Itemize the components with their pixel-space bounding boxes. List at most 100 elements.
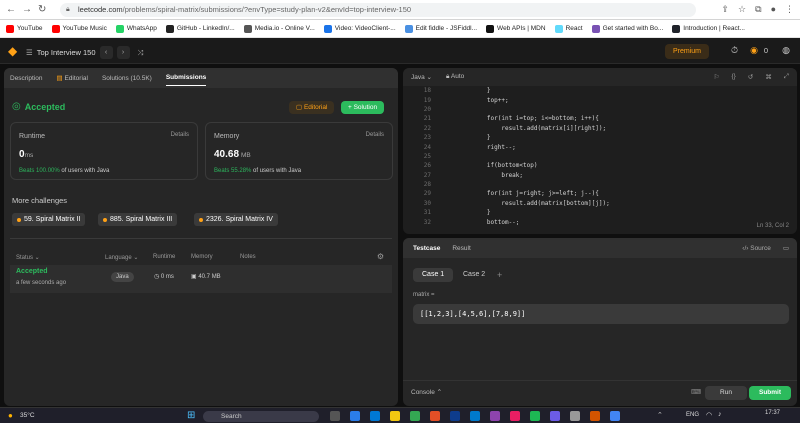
tab-editorial[interactable]: ▤ Editorial: [57, 74, 88, 82]
code-line[interactable]: 24 right--;: [403, 142, 797, 151]
back-icon[interactable]: ←: [6, 4, 16, 15]
taskbar-app-icon[interactable]: [490, 411, 500, 421]
code-lines[interactable]: 18 } 19 top++; 20 21 for(int i=top; i<=bott…: [403, 86, 797, 227]
taskbar-app-icon[interactable]: [550, 411, 560, 421]
timer-icon[interactable]: ⏱: [731, 45, 738, 56]
code-line[interactable]: 27 break;: [403, 171, 797, 180]
row-status[interactable]: Accepted: [16, 268, 48, 275]
reset-icon[interactable]: ↺: [748, 73, 753, 81]
bookmark-item[interactable]: Get started with Bo...: [591, 24, 663, 33]
tab-description[interactable]: Description: [10, 75, 43, 82]
case-2-tab[interactable]: Case 2: [463, 268, 485, 282]
volume-icon[interactable]: ♪: [718, 411, 722, 418]
challenge-chip[interactable]: 2326. Spiral Matrix IV: [194, 213, 278, 226]
code-line[interactable]: 21 for(int i=top; i<=bottom; i++){: [403, 114, 797, 123]
code-line[interactable]: 20: [403, 105, 797, 114]
code-line[interactable]: 30 result.add(matrix[bottom][j]);: [403, 199, 797, 208]
reload-icon[interactable]: ↻: [38, 4, 46, 15]
code-editor[interactable]: Java ⌄ 🔒︎ Auto ⚐ {} ↺ ⌘ ⤢ 18 } 19 top++; 2…: [403, 68, 797, 234]
wifi-icon[interactable]: ◠: [706, 411, 712, 419]
tab-solutions[interactable]: Solutions (10.5K): [102, 75, 152, 82]
solution-button[interactable]: + Solution: [341, 101, 385, 114]
code-line[interactable]: 31 }: [403, 208, 797, 217]
avatar[interactable]: ◍: [782, 45, 790, 56]
bookmark-item[interactable]: WhatsApp: [115, 24, 157, 33]
forward-icon[interactable]: →: [22, 4, 32, 15]
profile-icon[interactable]: ●: [771, 4, 776, 15]
taskbar-app-icon[interactable]: [530, 411, 540, 421]
code-line[interactable]: 23 }: [403, 133, 797, 142]
prev-problem-button[interactable]: ‹: [99, 46, 113, 59]
code-line[interactable]: 28: [403, 180, 797, 189]
premium-button[interactable]: Premium: [664, 44, 709, 59]
start-icon[interactable]: ⊞: [187, 410, 195, 421]
star-icon[interactable]: ☆: [738, 4, 746, 15]
challenge-chip[interactable]: 59. Spiral Matrix II: [12, 213, 86, 226]
tray-chevron-icon[interactable]: ⌃: [657, 411, 663, 419]
table-row[interactable]: Accepted a few seconds ago Java ◷ 0 ms ▣…: [10, 265, 392, 293]
code-line[interactable]: 26 if(bottom<top): [403, 161, 797, 170]
bookmark-item[interactable]: React: [554, 24, 583, 33]
bookmark-item[interactable]: Web APIs | MDN: [486, 24, 546, 33]
matrix-input[interactable]: [[1,2,3],[4,5,6],[7,8,9]]: [413, 304, 789, 324]
code-line[interactable]: 19 top++;: [403, 95, 797, 104]
case-1-tab[interactable]: Case 1: [413, 268, 454, 282]
code-line[interactable]: 25: [403, 152, 797, 161]
panel-toggle-icon[interactable]: ▭: [783, 244, 797, 252]
taskbar-app-icon[interactable]: [370, 411, 380, 421]
shortcuts-icon[interactable]: ⌘: [765, 73, 772, 81]
taskbar-app-icon[interactable]: [610, 411, 620, 421]
taskbar-app-icon[interactable]: [410, 411, 420, 421]
bookmark-icon[interactable]: ⚐: [714, 73, 720, 81]
coin-icon[interactable]: ◉: [750, 45, 758, 56]
share-icon[interactable]: ⇪: [722, 4, 730, 15]
code-line[interactable]: 22 result.add(matrix[i][right]);: [403, 124, 797, 133]
taskbar-app-icon[interactable]: [390, 411, 400, 421]
challenge-chip[interactable]: 885. Spiral Matrix III: [98, 213, 178, 226]
tab-result[interactable]: Result: [452, 245, 470, 252]
taskbar-app-icon[interactable]: [350, 411, 360, 421]
taskbar-search[interactable]: Search: [203, 411, 319, 422]
taskbar-app-icon[interactable]: [590, 411, 600, 421]
bookmark-item[interactable]: YouTube: [6, 24, 43, 33]
taskbar-app-icon[interactable]: [430, 411, 440, 421]
bookmark-item[interactable]: Video: VideoClient-...: [323, 24, 396, 33]
col-status[interactable]: Status ⌄: [16, 254, 40, 261]
taskbar-app-icon[interactable]: [470, 411, 480, 421]
bookmark-item[interactable]: Edit fiddle - JSFiddl...: [404, 24, 477, 33]
menu-icon[interactable]: ⋮: [785, 4, 794, 15]
source-button[interactable]: ‹/› Source: [742, 245, 771, 252]
editorial-button[interactable]: ▢ Editorial: [289, 101, 335, 114]
code-line[interactable]: 18 }: [403, 86, 797, 95]
taskbar-app-icon[interactable]: [450, 411, 460, 421]
leetcode-logo-icon[interactable]: ◆: [8, 44, 17, 58]
code-icon[interactable]: ⌨: [691, 388, 701, 396]
console-button[interactable]: Console ⌃: [411, 388, 442, 396]
run-button[interactable]: Run: [705, 386, 747, 400]
next-problem-button[interactable]: ›: [116, 46, 130, 59]
input-language[interactable]: ENG: [686, 412, 699, 418]
clock-time[interactable]: 17:37: [765, 410, 780, 416]
shuffle-icon[interactable]: ⤨: [138, 48, 144, 58]
runtime-details-link[interactable]: Details: [171, 132, 189, 138]
settings-icon[interactable]: ⚙: [377, 252, 384, 261]
taskbar-app-icon[interactable]: [510, 411, 520, 421]
memory-details-link[interactable]: Details: [366, 132, 384, 138]
extensions-icon[interactable]: ⧉: [755, 4, 761, 15]
language-select[interactable]: Java ⌄: [411, 73, 432, 81]
bookmark-item[interactable]: YouTube Music: [51, 24, 107, 33]
code-line[interactable]: 29 for(int j=right; j>=left; j--){: [403, 189, 797, 198]
col-language[interactable]: Language ⌄: [105, 254, 138, 261]
fullscreen-icon[interactable]: ⤢: [784, 73, 789, 81]
tab-submissions[interactable]: Submissions: [165, 74, 207, 86]
study-plan-title[interactable]: Top Interview 150: [37, 48, 96, 57]
bookmark-item[interactable]: GitHub - LinkedIn/...: [165, 24, 235, 33]
tab-testcase[interactable]: Testcase: [413, 245, 440, 252]
taskbar-app-icon[interactable]: [330, 411, 340, 421]
bookmark-item[interactable]: Media.io - Online V...: [243, 24, 315, 33]
bookmark-item[interactable]: Introduction | React...: [672, 24, 745, 33]
auto-mode[interactable]: 🔒︎ Auto: [446, 73, 464, 81]
code-line[interactable]: 32 bottom--;: [403, 217, 797, 226]
address-bar[interactable]: 🔒︎ leetcode.com/problems/spiral-matrix/s…: [60, 3, 696, 17]
braces-icon[interactable]: {}: [732, 73, 736, 81]
